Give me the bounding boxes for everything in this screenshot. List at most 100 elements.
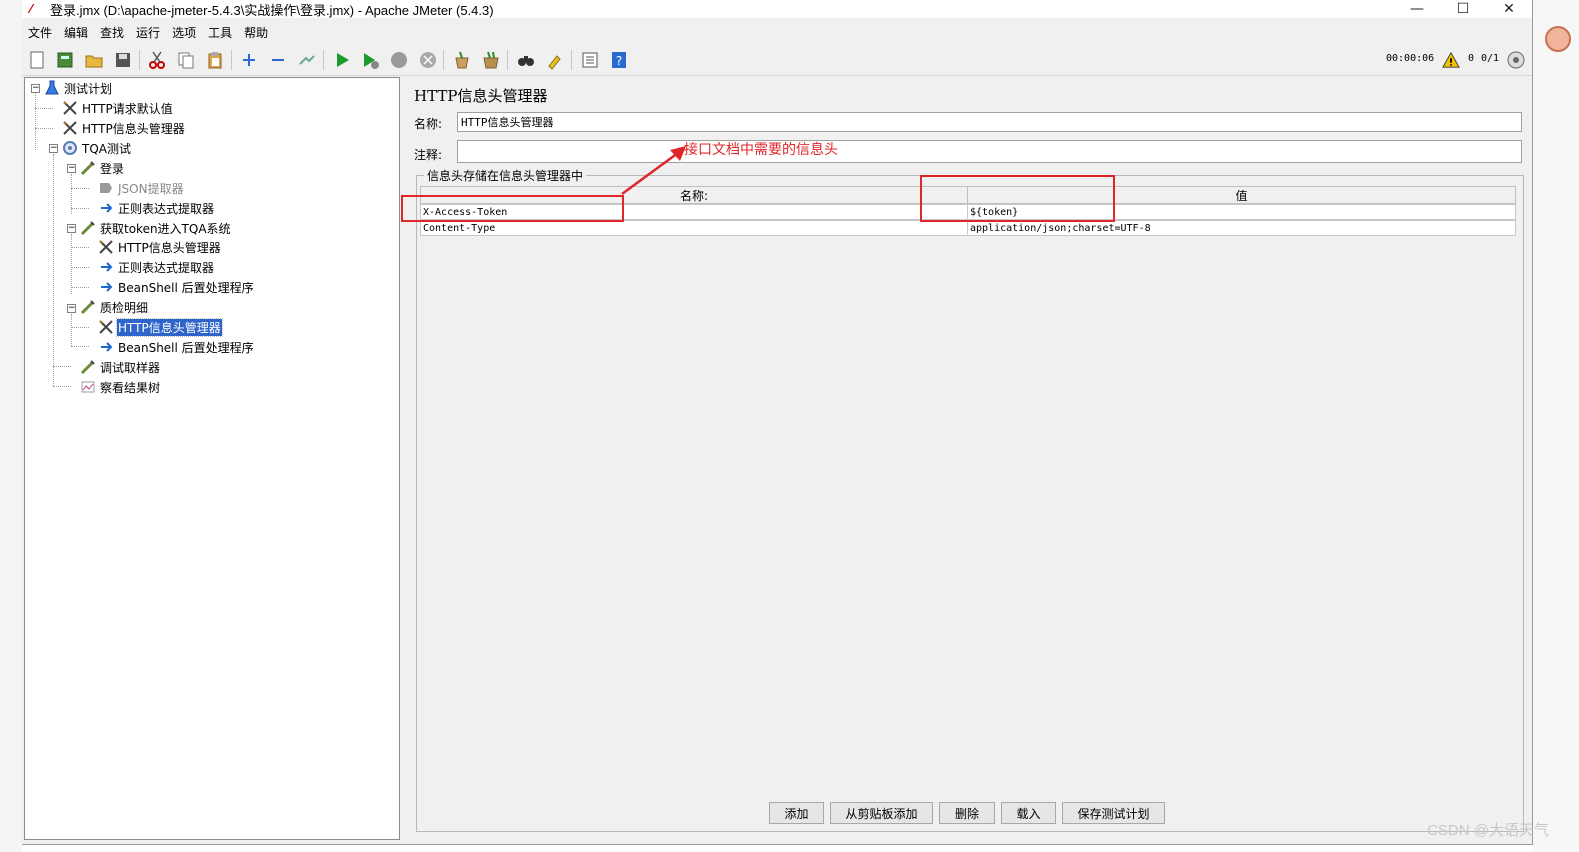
collapse-toggle-login[interactable]: − xyxy=(67,164,76,173)
expand-all-icon[interactable] xyxy=(239,50,259,70)
menu-bar: 文件 编辑 查找 运行 选项 工具 帮助 xyxy=(22,22,280,42)
collapse-toggle-plan[interactable]: − xyxy=(31,84,40,93)
extractor-icon xyxy=(97,259,115,275)
menu-search[interactable]: 查找 xyxy=(100,24,124,41)
tree-node-regex-extractor-2[interactable]: 正则表达式提取器 xyxy=(97,258,215,276)
header-value-cell[interactable]: application/json;charset=UTF-8 xyxy=(967,220,1516,236)
panel-splitter[interactable] xyxy=(402,77,412,840)
tree-node-header-manager-2[interactable]: HTTP信息头管理器 xyxy=(97,238,222,256)
tree-node-results-tree[interactable]: 察看结果树 xyxy=(79,378,161,396)
active-threads: 0/1 xyxy=(1481,53,1500,64)
avatar[interactable] xyxy=(1545,26,1571,52)
save-test-plan-button[interactable]: 保存测试计划 xyxy=(1062,802,1165,824)
tree-node-label: 察看结果树 xyxy=(100,380,161,395)
clear-all-icon[interactable] xyxy=(481,50,501,70)
warning-icon[interactable] xyxy=(1442,51,1460,69)
tree-node-label: 正则表达式提取器 xyxy=(118,260,215,275)
menu-tools[interactable]: 工具 xyxy=(208,24,232,41)
sampler-icon xyxy=(79,299,97,315)
tree-node-label: BeanShell 后置处理程序 xyxy=(118,340,254,355)
menu-run[interactable]: 运行 xyxy=(136,24,160,41)
config-icon xyxy=(97,319,115,335)
tree-node-label: 调试取样器 xyxy=(100,360,161,375)
desktop-right-strip xyxy=(1533,0,1579,852)
tree-node-thread-group[interactable]: TQA测试 xyxy=(61,139,132,157)
test-plan-tree: − − − − − 测试计划 HTTP请求默认值 HTTP信息头管理器 TQA测… xyxy=(24,77,400,840)
binoculars-icon[interactable] xyxy=(516,50,536,70)
tree-node-label: 正则表达式提取器 xyxy=(118,201,215,216)
menu-edit[interactable]: 编辑 xyxy=(64,24,88,41)
templates-icon[interactable] xyxy=(55,50,75,70)
config-icon xyxy=(97,239,115,255)
remote-status-icon xyxy=(1506,50,1526,70)
minimize-button[interactable]: — xyxy=(1394,0,1440,18)
paste-icon[interactable] xyxy=(205,50,225,70)
sampler-icon xyxy=(79,220,97,236)
tree-node-debug-sampler[interactable]: 调试取样器 xyxy=(79,358,161,376)
copy-icon[interactable] xyxy=(176,50,196,70)
reset-search-icon[interactable] xyxy=(545,50,565,70)
collapse-toggle-thread-group[interactable]: − xyxy=(49,144,58,153)
tree-node-json-extractor[interactable]: JSON提取器 xyxy=(97,179,185,197)
header-name-cell[interactable]: Content-Type xyxy=(420,220,968,236)
name-field[interactable] xyxy=(457,112,1522,132)
start-icon[interactable] xyxy=(332,50,352,70)
toolbar: ? 00:00:06 0 0/1 xyxy=(22,44,1532,76)
tree-node-label: HTTP信息头管理器 xyxy=(82,121,185,136)
new-file-icon[interactable] xyxy=(27,50,47,70)
function-helper-icon[interactable] xyxy=(580,50,600,70)
help-icon[interactable]: ? xyxy=(609,50,629,70)
save-icon[interactable] xyxy=(113,50,133,70)
tree-node-header-manager[interactable]: HTTP信息头管理器 xyxy=(61,119,186,137)
maximize-button[interactable]: ☐ xyxy=(1440,0,1486,18)
collapse-toggle-detail[interactable]: − xyxy=(67,304,76,313)
jmeter-window: ⁄ 登录.jmx (D:\apache-jmeter-5.4.3\实战操作\登录… xyxy=(22,0,1533,845)
menu-help[interactable]: 帮助 xyxy=(244,24,268,41)
add-from-clipboard-button[interactable]: 从剪贴板添加 xyxy=(830,802,933,824)
tree-node-get-token[interactable]: 获取token进入TQA系统 xyxy=(79,219,232,237)
watermark: CSDN @大语天气 xyxy=(1427,822,1549,839)
elapsed-timer: 00:00:06 xyxy=(1386,53,1435,64)
add-button[interactable]: 添加 xyxy=(769,802,824,824)
start-no-pauses-icon[interactable] xyxy=(360,50,380,70)
title-bar: ⁄ 登录.jmx (D:\apache-jmeter-5.4.3\实战操作\登录… xyxy=(22,0,1532,18)
comment-field[interactable] xyxy=(457,140,1522,163)
collapse-toggle-token[interactable]: − xyxy=(67,224,76,233)
open-folder-icon[interactable] xyxy=(84,50,104,70)
close-button[interactable]: ✕ xyxy=(1486,0,1532,18)
extractor-icon xyxy=(97,339,115,355)
collapse-all-icon[interactable] xyxy=(268,50,288,70)
tree-node-beanshell[interactable]: BeanShell 后置处理程序 xyxy=(97,278,255,296)
tree-node-beanshell-2[interactable]: BeanShell 后置处理程序 xyxy=(97,338,255,356)
disabled-extractor-icon xyxy=(97,180,115,196)
tree-node-regex-extractor[interactable]: 正则表达式提取器 xyxy=(97,199,215,217)
panel-title: HTTP信息头管理器 xyxy=(414,87,548,105)
tree-node-label: HTTP信息头管理器 xyxy=(118,240,221,255)
menu-options[interactable]: 选项 xyxy=(172,24,196,41)
clear-icon[interactable] xyxy=(452,50,472,70)
tree-node-header-manager-selected[interactable]: HTTP信息头管理器 xyxy=(97,317,223,337)
tree-node-quality-detail[interactable]: 质检明细 xyxy=(79,298,149,316)
sampler-icon xyxy=(79,359,97,375)
test-plan-icon xyxy=(43,80,61,96)
menu-file[interactable]: 文件 xyxy=(28,24,52,41)
config-icon xyxy=(61,100,79,116)
stop-icon[interactable] xyxy=(389,50,409,70)
load-button[interactable]: 载入 xyxy=(1001,802,1056,824)
toggle-icon[interactable] xyxy=(297,50,317,70)
shutdown-icon[interactable] xyxy=(418,50,438,70)
comment-label: 注释: xyxy=(414,148,443,162)
cut-icon[interactable] xyxy=(147,50,167,70)
tree-node-label: BeanShell 后置处理程序 xyxy=(118,280,254,295)
delete-button[interactable]: 删除 xyxy=(939,802,995,824)
listener-icon xyxy=(79,379,97,395)
annotation-text: 接口文档中需要的信息头 xyxy=(684,142,838,158)
extractor-icon xyxy=(97,200,115,216)
warning-count: 0 xyxy=(1468,53,1475,64)
tree-node-http-defaults[interactable]: HTTP请求默认值 xyxy=(61,99,174,117)
annotation-box-name xyxy=(401,195,624,222)
tree-node-login[interactable]: 登录 xyxy=(79,159,125,177)
tree-node-test-plan[interactable]: 测试计划 xyxy=(43,79,113,97)
tree-node-label: HTTP请求默认值 xyxy=(82,101,173,116)
annotation-box-value xyxy=(920,175,1115,222)
